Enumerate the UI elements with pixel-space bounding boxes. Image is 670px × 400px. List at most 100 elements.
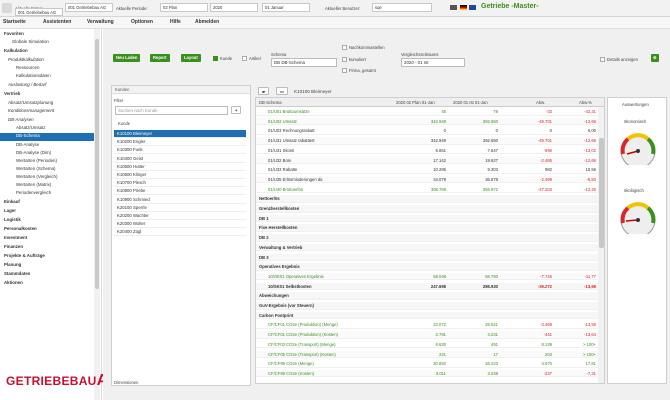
table-row[interactable]: 10/OE01 Operatives Ergebnis 58.048 65.793 -… xyxy=(256,272,598,281)
sidebar-actions[interactable]: Aktionen xyxy=(4,280,98,288)
sidebar-purchase[interactable]: Einkauf xyxy=(4,199,98,207)
customer-row[interactable]: K10100 Bleimeyer xyxy=(114,130,246,138)
grid-col-dev[interactable]: Abw. xyxy=(536,100,545,105)
table-row[interactable]: 01/U33 Rabatte 10.285 9.303 982 10,56 xyxy=(256,166,598,174)
grid-col-plan[interactable]: 2020 02 Plan 01-Jan xyxy=(396,100,435,105)
user-field[interactable]: sqe xyxy=(372,3,432,12)
customer-row[interactable]: K10500 Hutter xyxy=(114,163,246,171)
table-row[interactable]: CF/CF01 CO2e (Produktion) (Menge) 22.072 2… xyxy=(256,321,598,329)
grid-group-row[interactable]: DB 1 xyxy=(256,214,598,223)
sidebar-finance[interactable]: Finanzen xyxy=(4,244,98,252)
grid-group-row[interactable]: Nettoerlös xyxy=(256,195,598,203)
firm-total-checkbox[interactable] xyxy=(342,68,347,73)
table-row[interactable]: 01/U01 Bruttoumsätze 45 78 -33 -42,31 xyxy=(256,108,598,116)
details-checkbox[interactable] xyxy=(600,57,605,62)
table-row[interactable]: 01/U02 Umsatz 342.949 392.550 -49.701 -12,66 xyxy=(256,117,598,126)
compare-select[interactable]: 2020 - 01 Ist xyxy=(401,58,465,67)
artikel-radio[interactable] xyxy=(242,56,247,61)
sidebar-favorites[interactable]: Favoriten xyxy=(4,31,98,39)
table-row[interactable]: 01/U03 Rechnungsrabatt 0 0 0 0,00 xyxy=(256,127,598,135)
table-row[interactable]: CF/CF01 CO2e (Produktion) (Kosten) 2.791 3… xyxy=(256,331,598,339)
table-row[interactable]: 10/SK01 Selbstkosten 247.698 286.930 -39.27… xyxy=(256,282,598,291)
sidebar-load[interactable]: Auslastung / Bedarf xyxy=(8,82,102,90)
sidebar-global-sim[interactable]: Globale Simulation xyxy=(12,39,106,47)
menu-options[interactable]: Optionen xyxy=(131,19,153,25)
table-row[interactable]: 01/U32 Boni 17.142 19.627 -2.485 -12,66 xyxy=(256,156,598,164)
layout-button[interactable]: Layout xyxy=(181,54,201,62)
cumulative-checkbox[interactable] xyxy=(342,57,347,62)
grid-group-row[interactable]: Fixe Herstellkosten xyxy=(256,224,598,232)
month-field[interactable]: 01 Januar xyxy=(262,3,310,12)
sidebar-master-data[interactable]: Stammdaten xyxy=(4,271,98,279)
sidebar-conditions[interactable]: Konditionsmanagement xyxy=(8,108,102,116)
menu-start[interactable]: Startseite xyxy=(3,19,26,25)
flag-de-icon[interactable] xyxy=(460,5,467,10)
sidebar-db-analyses[interactable]: DB-Analysen xyxy=(8,117,102,125)
decimals-checkbox[interactable] xyxy=(342,45,347,50)
cell-d: -12,66 xyxy=(584,118,596,124)
sidebar-logistics[interactable]: Logistik xyxy=(4,217,98,225)
grid-group-row[interactable]: DB 3 xyxy=(256,253,598,261)
customer-row[interactable]: K10400 Geist xyxy=(114,155,246,163)
customer-row[interactable]: K20100 Sperrle xyxy=(114,204,246,212)
grid-col-dev-pct[interactable]: Abw.% xyxy=(579,100,592,105)
grid-group-row[interactable]: Verwaltung & Vertrieb xyxy=(256,243,598,252)
menu-logout[interactable]: Abmelden xyxy=(195,19,219,25)
sidebar-projects[interactable]: Projekte & Aufträge xyxy=(4,253,98,261)
sidebar-stock[interactable]: Lager xyxy=(4,208,98,216)
menu-admin[interactable]: Verwaltung xyxy=(87,19,114,25)
grid-scroll-thumb[interactable] xyxy=(599,138,604,248)
sidebar-planning[interactable]: Planung xyxy=(4,262,98,270)
table-row[interactable]: 01/U31 Skonti 6.651 7.647 -996 -13,02 xyxy=(256,147,598,155)
sidebar-scroll-thumb[interactable] xyxy=(95,39,99,289)
grid-col-ist[interactable]: 2020 01 Ist 01-Jan xyxy=(453,100,488,105)
customer-row[interactable]: K20200 Wachter xyxy=(114,212,246,220)
grid-group-row[interactable]: Operatives Ergebnis xyxy=(256,263,598,271)
customer-row[interactable]: K10900 Schmied xyxy=(114,196,246,204)
customer-row[interactable]: K20400 Zügl xyxy=(114,228,246,237)
customer-row[interactable]: K10300 Funk xyxy=(114,146,246,155)
grid-group-row[interactable]: DB 2 xyxy=(256,234,598,242)
sidebar-sales[interactable]: Vertrieb xyxy=(4,91,98,99)
sidebar-calc[interactable]: Kalkulation xyxy=(4,48,98,56)
customer-search-input[interactable]: Suchen nach Kunde xyxy=(115,106,228,115)
sidebar-sales-plan[interactable]: Absatz/Umsatzplanung xyxy=(8,100,102,108)
customer-row[interactable]: K10200 Engler xyxy=(114,138,246,147)
table-row[interactable]: 01/U40 Bruttoerlös 308.769 355.972 -47.203 -… xyxy=(256,186,598,194)
sidebar-db-schema[interactable]: DB-Schema xyxy=(0,133,94,141)
reload-button[interactable]: Neu Laden xyxy=(113,54,141,62)
period-field[interactable]: 02 Plan xyxy=(160,3,208,12)
flag-en-icon[interactable] xyxy=(469,5,476,10)
sidebar-personnel[interactable]: Personalkosten xyxy=(4,226,98,234)
firm-field[interactable]: 001 Getriebebau AG xyxy=(15,8,63,16)
grid-col-schema[interactable]: DB-Schema xyxy=(259,100,282,105)
table-row[interactable]: CF/CF99 CO2e (Menge) 30.892 26.223 4.670 17,… xyxy=(256,360,598,368)
sidebar-investment[interactable]: Investment xyxy=(4,235,98,243)
table-row[interactable]: CF/CF05 CO2e (Transport) (Kosten) 221 17 20… xyxy=(256,350,598,358)
add-filter-button[interactable]: + xyxy=(231,106,242,114)
report-button[interactable]: Report xyxy=(150,54,170,62)
grid-group-row[interactable]: Grenzherstellkosten xyxy=(256,205,598,213)
table-row[interactable]: 01/U35 Erlösminderungen dir. 34.079 36.578… xyxy=(256,175,598,184)
settings-icon[interactable]: ⚙ xyxy=(651,54,659,62)
table-row[interactable]: CF/CF03 CO2e (Transport) (Menge) 8.630 491… xyxy=(256,341,598,349)
year-field[interactable]: 2020 xyxy=(210,3,258,12)
menu-help[interactable]: Hilfe xyxy=(170,19,181,25)
table-row[interactable]: CF/CF99 CO2e (Kosten) 3.011 3.248 -237 -7,31 xyxy=(256,369,598,378)
firm-select[interactable]: 001 Getriebebau AG xyxy=(65,3,113,12)
schema-select[interactable]: DB DB-Schema xyxy=(271,58,337,67)
table-row[interactable]: 01/U31 Umsatz rabattiert 342.949 392.550 -4… xyxy=(256,137,598,145)
grid-group-row[interactable]: GuV-Ergebnis (vor Steuern) xyxy=(256,302,598,310)
kunde-radio[interactable] xyxy=(213,56,218,61)
folder-icon[interactable]: ▰ xyxy=(258,87,270,95)
customer-row[interactable]: K10600 Klinger xyxy=(114,171,246,179)
customer-row[interactable]: K20300 Wolter xyxy=(114,220,246,229)
sidebar-prod-calc[interactable]: Produktkalkulation xyxy=(8,57,102,65)
customer-row[interactable]: K10700 Plesch xyxy=(114,179,246,188)
folder-open-icon[interactable]: ▭ xyxy=(276,87,288,95)
customer-row[interactable]: K10800 Priebe xyxy=(114,187,246,196)
menu-assistants[interactable]: Assistenten xyxy=(43,19,71,25)
grid-group-row[interactable]: Carbon Footprint xyxy=(256,311,598,320)
lock-icon[interactable] xyxy=(450,5,457,10)
grid-group-row[interactable]: Abweichungen xyxy=(256,292,598,300)
